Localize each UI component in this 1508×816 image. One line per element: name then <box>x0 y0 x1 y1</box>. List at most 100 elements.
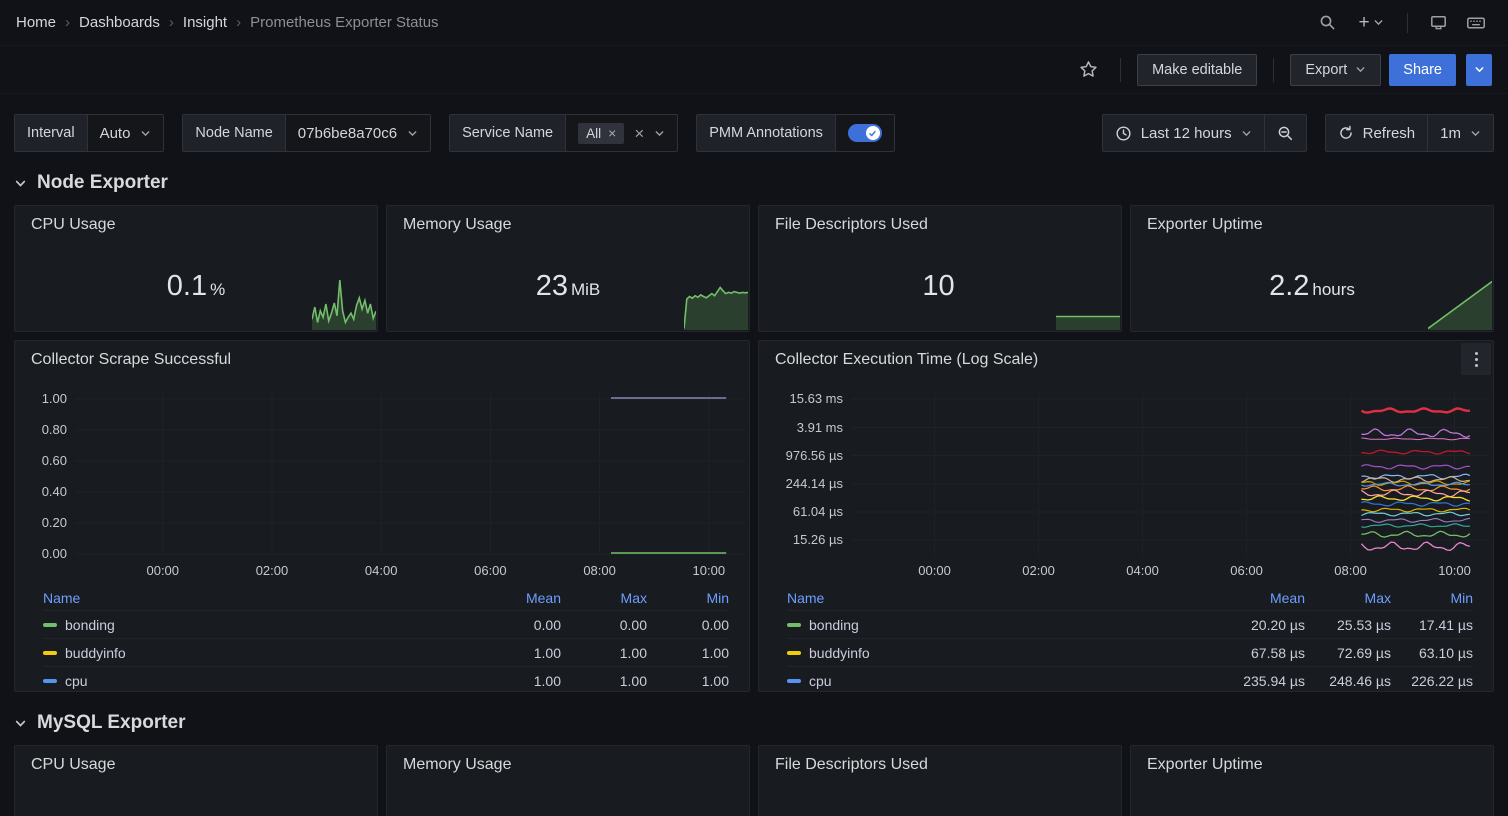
clock-icon <box>1115 125 1132 142</box>
legend-header-mean[interactable]: Mean <box>1209 590 1305 606</box>
legend-header-min[interactable]: Min <box>647 590 729 606</box>
x-axis-label: 10:00 <box>679 563 739 578</box>
legend-header-max[interactable]: Max <box>1305 590 1391 606</box>
star-icon[interactable] <box>1072 54 1104 86</box>
legend-max-value: 1.00 <box>561 673 647 689</box>
interval-select[interactable]: Auto <box>87 115 164 151</box>
panel-mysql-exporter-uptime: Exporter Uptime <box>1130 745 1494 816</box>
panel-title[interactable]: CPU Usage <box>15 746 377 774</box>
y-axis-label: 0.20 <box>15 515 67 530</box>
export-button[interactable]: Export <box>1290 54 1381 86</box>
pmm-annotations-toggle[interactable] <box>848 124 882 142</box>
legend-min-value: 0.00 <box>647 617 729 633</box>
time-range-button[interactable]: Last 12 hours <box>1103 115 1264 151</box>
y-axis-label: 0.60 <box>15 453 67 468</box>
top-navigation: Home › Dashboards › Insight › Prometheus… <box>0 0 1508 46</box>
y-axis-label: 0.00 <box>15 546 67 561</box>
legend-series-name[interactable]: buddyinfo <box>809 645 870 661</box>
new-button[interactable]: + <box>1349 7 1393 39</box>
y-axis-label: 61.04 µs <box>759 504 843 519</box>
interval-label: Interval <box>15 115 87 151</box>
series-line <box>1361 438 1470 440</box>
share-button[interactable]: Share <box>1389 54 1456 86</box>
series-line <box>1361 531 1470 537</box>
legend-header-max[interactable]: Max <box>561 590 647 606</box>
panel-title[interactable]: Collector Execution Time (Log Scale) <box>759 341 1493 369</box>
breadcrumb-dashboards[interactable]: Dashboards <box>79 14 160 31</box>
monitor-icon[interactable] <box>1422 7 1454 39</box>
chevron-down-icon <box>14 177 27 190</box>
legend-series-name[interactable]: cpu <box>809 673 832 689</box>
breadcrumb-home[interactable]: Home <box>16 14 56 31</box>
chart-legend: NameMeanMaxMinbonding0.000.000.00buddyin… <box>15 585 749 692</box>
legend-header: NameMeanMaxMin <box>787 585 1473 611</box>
series-color-swatch <box>43 651 57 655</box>
panel-title[interactable]: Exporter Uptime <box>1131 206 1493 234</box>
breadcrumb-separator-icon: › <box>169 14 174 31</box>
search-icon[interactable] <box>1311 7 1343 39</box>
chip-close-icon[interactable]: × <box>608 126 616 140</box>
chevron-down-icon <box>1470 128 1481 139</box>
legend-header-mean[interactable]: Mean <box>465 590 561 606</box>
section-node-exporter[interactable]: Node Exporter <box>14 172 1494 194</box>
legend-max-value: 0.00 <box>561 617 647 633</box>
breadcrumb-insight[interactable]: Insight <box>183 14 227 31</box>
panel-title[interactable]: CPU Usage <box>15 206 377 234</box>
panel-title[interactable]: Exporter Uptime <box>1131 746 1493 774</box>
share-menu-button[interactable] <box>1466 54 1492 86</box>
section-title: MySQL Exporter <box>37 712 186 734</box>
panel-title[interactable]: Collector Scrape Successful <box>15 341 749 369</box>
legend-series-name[interactable]: bonding <box>65 617 115 633</box>
panel-title[interactable]: File Descriptors Used <box>759 206 1121 234</box>
legend-series-name[interactable]: buddyinfo <box>65 645 126 661</box>
service-name-chip[interactable]: All × <box>578 123 624 144</box>
legend-min-value: 1.00 <box>647 673 729 689</box>
stat-value: 23MiB <box>387 270 749 303</box>
keyboard-icon[interactable] <box>1460 7 1492 39</box>
panel-title[interactable]: Memory Usage <box>387 746 749 774</box>
service-name-select[interactable]: All × × <box>565 115 677 151</box>
legend-header: NameMeanMaxMin <box>43 585 729 611</box>
panel-title[interactable]: Memory Usage <box>387 206 749 234</box>
chevron-down-icon <box>140 128 151 139</box>
make-editable-button[interactable]: Make editable <box>1137 54 1257 86</box>
series-color-swatch <box>43 623 57 627</box>
series-line <box>1361 518 1470 522</box>
chart-row: Collector Scrape Successful 0.000.200.40… <box>14 340 1494 692</box>
legend-series-name[interactable]: cpu <box>65 673 88 689</box>
refresh-icon <box>1338 125 1354 141</box>
legend-name-cell: buddyinfo <box>787 645 1209 661</box>
legend-series-name[interactable]: bonding <box>809 617 859 633</box>
section-mysql-exporter[interactable]: MySQL Exporter <box>14 712 1494 734</box>
legend-header-name[interactable]: Name <box>43 590 465 606</box>
node-name-select[interactable]: 07b6be8a70c6 <box>285 115 430 151</box>
chevron-down-icon <box>14 717 27 730</box>
legend-name-cell: cpu <box>787 673 1209 689</box>
legend-name-cell: cpu <box>43 673 465 689</box>
zoom-out-button[interactable] <box>1265 115 1306 151</box>
clear-icon[interactable]: × <box>634 125 644 142</box>
series-line <box>1361 496 1470 501</box>
divider <box>1407 13 1408 33</box>
y-axis-label: 15.63 ms <box>759 391 843 406</box>
legend-row: buddyinfo1.001.001.00 <box>43 639 729 667</box>
legend-row: cpu1.001.001.00 <box>43 667 729 692</box>
panel-menu-icon[interactable] <box>1461 343 1491 375</box>
series-line <box>1361 450 1470 454</box>
x-axis-label: 02:00 <box>1009 563 1069 578</box>
refresh-button[interactable]: Refresh <box>1326 115 1428 151</box>
legend-header-min[interactable]: Min <box>1391 590 1473 606</box>
x-axis-label: 02:00 <box>242 563 302 578</box>
pmm-annotations-control: PMM Annotations <box>696 114 895 152</box>
legend-header-name[interactable]: Name <box>787 590 1209 606</box>
stat-value: 10 <box>759 270 1121 303</box>
panel-mysql-cpu-usage: CPU Usage <box>14 745 378 816</box>
chevron-down-icon <box>1474 64 1485 75</box>
legend-row: cpu235.94 µs248.46 µs226.22 µs <box>787 667 1473 692</box>
x-axis-label: 06:00 <box>1217 563 1277 578</box>
refresh-interval-select[interactable]: 1m <box>1428 115 1493 151</box>
panel-title[interactable]: File Descriptors Used <box>759 746 1121 774</box>
x-axis-label: 10:00 <box>1425 563 1485 578</box>
series-line <box>1361 542 1470 550</box>
legend-max-value: 72.69 µs <box>1305 645 1391 661</box>
